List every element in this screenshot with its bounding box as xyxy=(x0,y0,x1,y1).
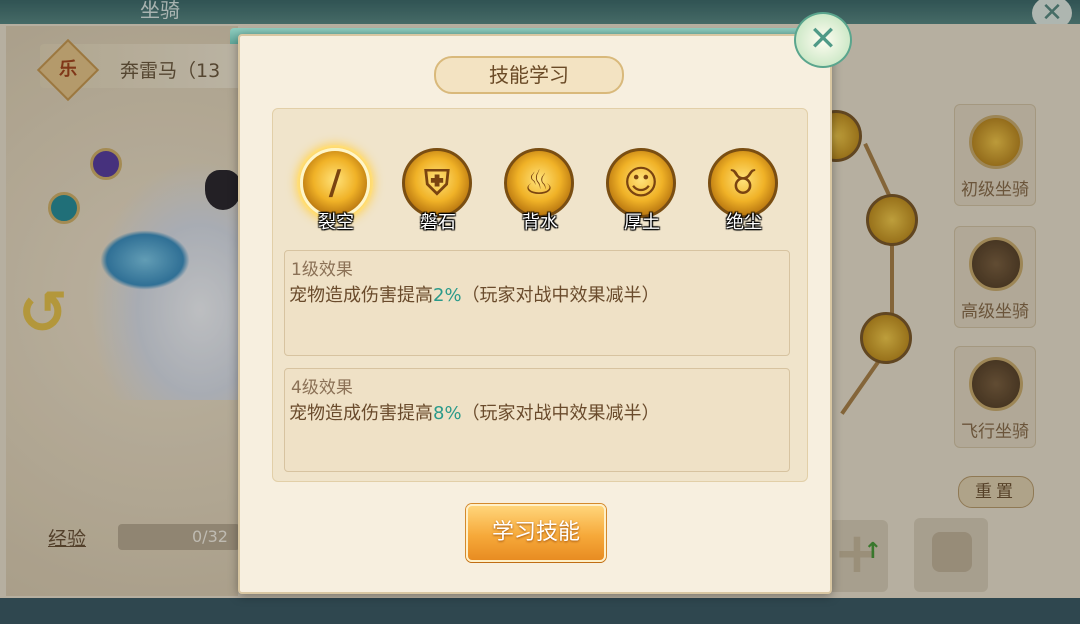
effect-description: 宠物造成伤害提高2%（玩家对战中效果减半） xyxy=(289,281,660,307)
skill-juechen[interactable]: ♉ 绝尘 xyxy=(704,148,784,240)
skill-label: 背水 xyxy=(522,212,558,233)
skill-beishui[interactable]: ♨ 背水 xyxy=(500,148,580,240)
effect-desc-suffix: （玩家对战中效果减半） xyxy=(461,403,660,424)
dialog-title-plate: 技能学习 xyxy=(434,56,624,94)
effect-percent: 2% xyxy=(433,285,462,306)
skill-label: 厚土 xyxy=(624,212,660,233)
effect-desc-suffix: （玩家对战中效果减半） xyxy=(461,285,660,306)
close-icon[interactable]: ✕ xyxy=(794,12,852,68)
dialog-title: 技能学习 xyxy=(489,63,569,87)
skill-label: 裂空 xyxy=(318,212,354,233)
skill-liekong[interactable]: ∕ 裂空 xyxy=(296,148,376,240)
effect-desc-prefix: 宠物造成伤害提高 xyxy=(289,285,433,306)
effect-level-4: 4级效果 宠物造成伤害提高8%（玩家对战中效果减半） xyxy=(284,368,790,472)
skill-label: 磐石 xyxy=(420,212,456,233)
effect-level-label: 1级效果 xyxy=(291,260,353,280)
effect-desc-prefix: 宠物造成伤害提高 xyxy=(289,403,433,424)
effect-level-1: 1级效果 宠物造成伤害提高2%（玩家对战中效果减半） xyxy=(284,250,790,356)
skill-panshi[interactable]: ⛨ 磐石 xyxy=(398,148,478,240)
effect-level-label: 4级效果 xyxy=(291,378,353,398)
effect-description: 宠物造成伤害提高8%（玩家对战中效果减半） xyxy=(289,399,660,425)
effect-percent: 8% xyxy=(433,403,462,424)
skill-houtu[interactable]: ☺ 厚土 xyxy=(602,148,682,240)
learn-skill-button[interactable]: 学习技能 xyxy=(466,504,606,562)
skill-label: 绝尘 xyxy=(726,212,762,233)
